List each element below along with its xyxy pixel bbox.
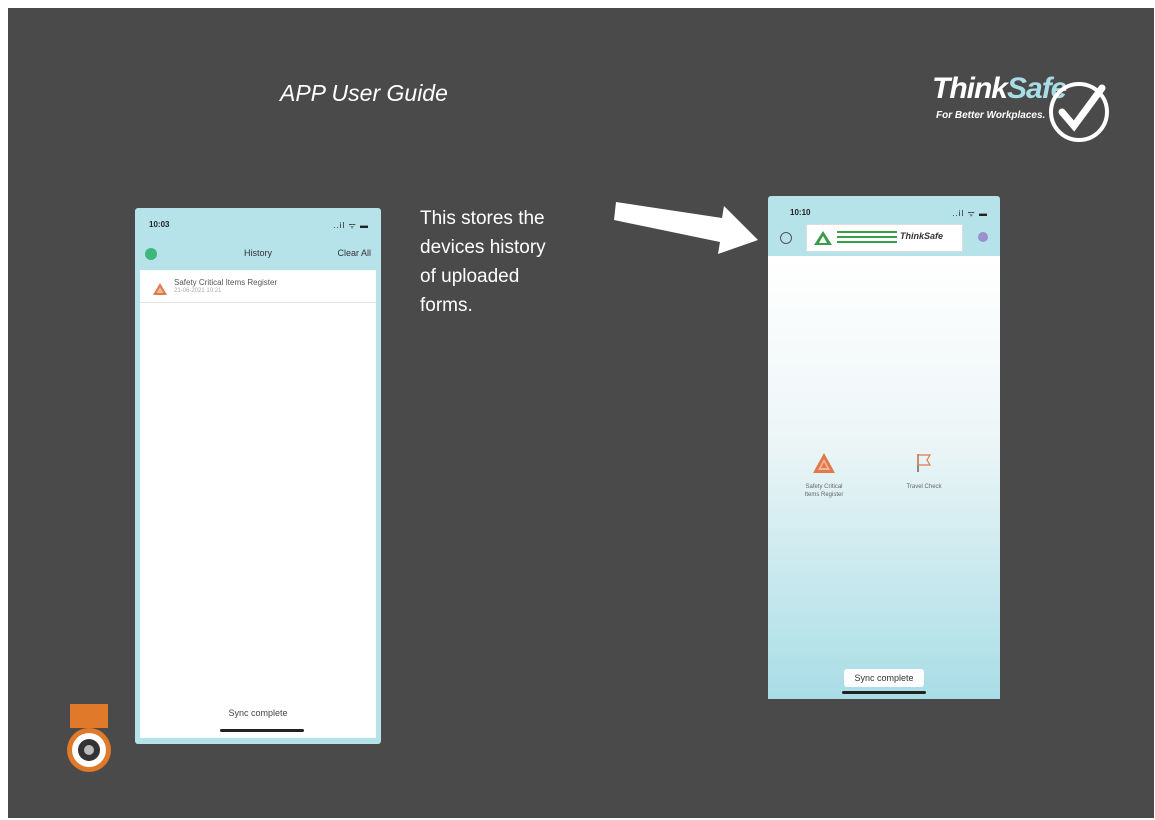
tile-label-line2: Items Register: [804, 492, 844, 498]
guide-title: APP User Guide: [280, 80, 448, 106]
certification-badge-icon: [67, 704, 111, 772]
home-indicator: [220, 729, 304, 732]
company-name-lines: [837, 231, 897, 246]
status-time: 10:10: [790, 208, 811, 217]
tile-safety-critical-items[interactable]: Safety Critical Items Register: [784, 452, 864, 499]
home-screen: Safety Critical Items Register Travel Ch…: [768, 256, 1000, 699]
warning-triangle-icon: [153, 283, 167, 295]
history-item-label: Safety Critical Items Register: [174, 278, 278, 287]
pointer-arrow-icon: [614, 202, 758, 254]
tile-label-line1: Safety Critical: [805, 484, 843, 490]
menu-dot-icon[interactable]: [978, 232, 988, 242]
company-banner: ThinkSafe: [806, 224, 963, 252]
status-icons: ..il ᯤ ▬: [952, 209, 988, 218]
home-phone-screenshot: 10:10 ..il ᯤ ▬ ThinkSafe Safety Critical: [768, 196, 1000, 699]
tile-travel-check[interactable]: Travel Check: [884, 452, 964, 491]
status-icons: ..il ᯤ ▬: [333, 221, 369, 230]
warning-triangle-icon: [813, 453, 835, 473]
sync-status: Sync complete: [844, 669, 924, 687]
explanation-note: This stores the devices history of uploa…: [420, 204, 600, 320]
tile-label-line1: Travel Check: [906, 484, 942, 490]
history-clock-icon[interactable]: [780, 232, 792, 244]
note-line-1: This stores the: [420, 208, 545, 229]
checkmark-circle-icon: [1049, 82, 1109, 142]
slide: APP User Guide ThinkSafe For Better Work…: [8, 8, 1154, 818]
company-triangle-icon: [814, 231, 832, 245]
history-phone-screenshot: 10:03 ..il ᯤ ▬ History Clear All Safety …: [135, 208, 381, 744]
note-line-4: forms.: [420, 295, 473, 316]
flag-icon: [917, 454, 932, 472]
banner-logo: ThinkSafe: [900, 231, 944, 241]
history-item-date: 21-06-2021 10:21: [174, 288, 222, 294]
history-list-item[interactable]: Safety Critical Items Register 21-06-202…: [140, 274, 376, 303]
clear-all-button[interactable]: Clear All: [337, 248, 371, 258]
note-line-2: devices history: [420, 237, 546, 258]
history-list: Safety Critical Items Register 21-06-202…: [140, 270, 376, 738]
home-indicator: [842, 691, 926, 694]
status-time: 10:03: [149, 220, 170, 229]
logo-tagline: For Better Workplaces.: [936, 110, 1046, 121]
thinksafe-logo: ThinkSafe For Better Workplaces.: [924, 66, 1119, 146]
note-line-3: of uploaded: [420, 266, 520, 287]
logo-brand-think: Think: [932, 72, 1008, 105]
sync-status: Sync complete: [228, 708, 288, 718]
